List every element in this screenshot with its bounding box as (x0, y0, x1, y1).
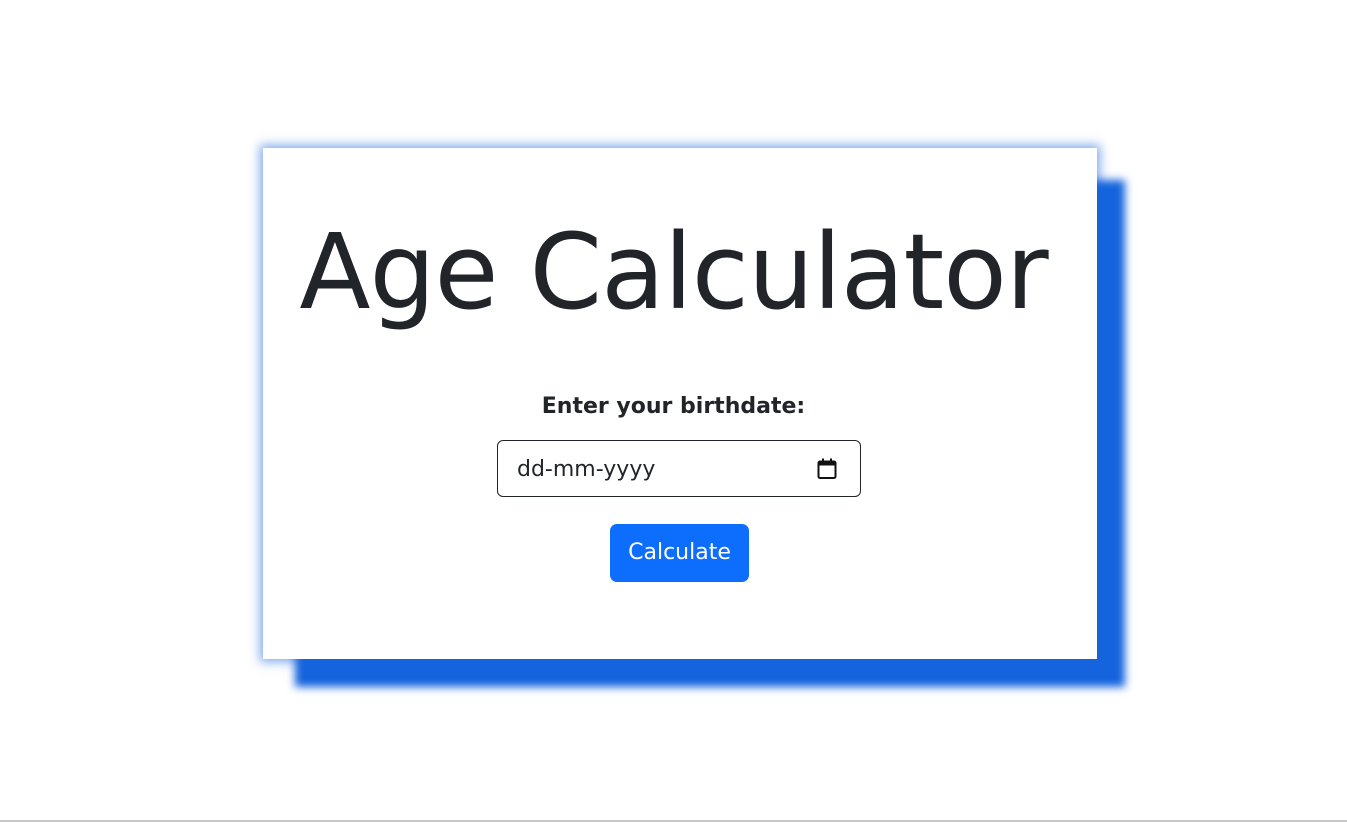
birthdate-input[interactable]: dd-mm-yyyy (497, 440, 861, 497)
date-placeholder: dd-mm-yyyy (517, 457, 656, 482)
calendar-icon[interactable] (817, 458, 837, 480)
birthdate-label: Enter your birthdate: (541, 394, 806, 419)
calculate-button[interactable]: Calculate (610, 524, 749, 582)
page: Age Calculator Enter your birthdate: dd-… (0, 0, 1347, 822)
page-title: Age Calculator (299, 211, 1048, 333)
